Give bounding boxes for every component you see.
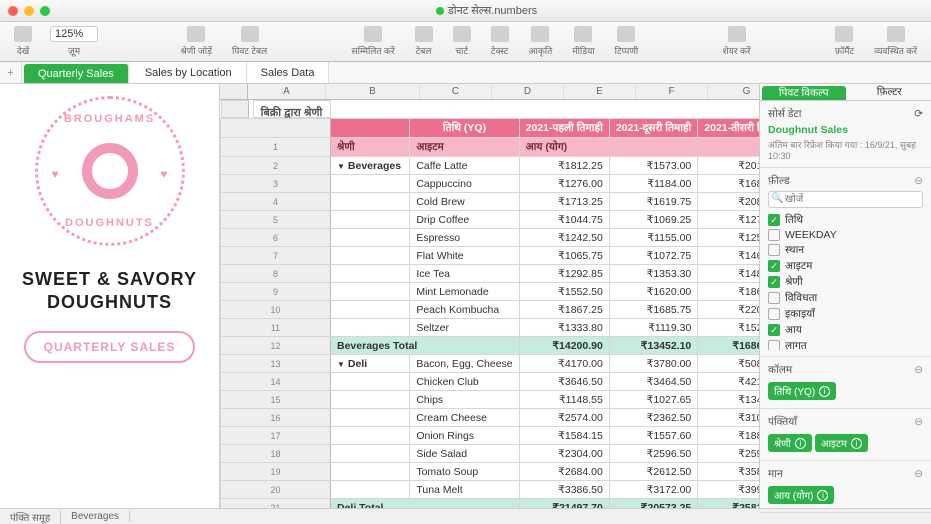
field-checkbox[interactable]: ✓श्रेणी xyxy=(768,274,923,290)
source-data-label: सोर्स डेटा xyxy=(768,107,801,121)
heart-icon: ♥ xyxy=(160,167,167,181)
col-header[interactable]: B xyxy=(326,84,420,99)
organize-button[interactable]: व्यवस्थित करें xyxy=(866,26,925,57)
pivot-table-button[interactable]: पिवट टेबल xyxy=(224,26,275,57)
tagline: SWEET & SAVORYDOUGHNUTS xyxy=(22,268,197,313)
close-icon[interactable] xyxy=(8,6,18,16)
row-pill[interactable]: श्रेणीi xyxy=(768,434,812,452)
fields-search-input[interactable] xyxy=(768,191,923,208)
collapse-icon[interactable]: ⊖ xyxy=(914,416,923,428)
tab-filter[interactable]: फ़िल्टर xyxy=(848,84,931,100)
row-pill[interactable]: आइटमi xyxy=(815,434,868,452)
maximize-icon[interactable] xyxy=(40,6,50,16)
format-button[interactable]: फ़ॉर्मैट xyxy=(827,26,862,57)
brand-pane: BROUGHAMS ♥ ♥ DOUGHNUTS SWEET & SAVORYDO… xyxy=(0,84,220,508)
media-button[interactable]: मीडिया xyxy=(564,26,602,57)
titlebar: डोनट सेल्स.numbers xyxy=(0,0,931,22)
spreadsheet[interactable]: A B C D E F G बिक्री द्वारा श्रेणीतिथि (… xyxy=(220,84,759,508)
field-checkbox[interactable]: ✓आय xyxy=(768,322,923,338)
collapse-icon[interactable]: ⊖ xyxy=(914,175,923,187)
field-checkbox[interactable]: स्थान xyxy=(768,242,923,258)
heart-icon: ♥ xyxy=(52,167,59,181)
value-pill[interactable]: आय (योग)i xyxy=(768,486,834,504)
zoom-control[interactable]: 125%ज़ूम xyxy=(50,26,98,57)
footer-row-groups[interactable]: पंक्ति समूह xyxy=(0,510,61,524)
add-sheet-button[interactable]: + xyxy=(0,62,22,83)
collapse-icon[interactable]: ⊖ xyxy=(914,364,923,376)
shape-button[interactable]: आकृति xyxy=(521,26,561,57)
pivot-table[interactable]: बिक्री द्वारा श्रेणीतिथि (YQ)2021-पहली त… xyxy=(220,100,759,508)
field-checkbox[interactable]: WEEKDAY xyxy=(768,228,923,242)
field-checkbox[interactable]: लागत xyxy=(768,338,923,350)
col-header[interactable]: C xyxy=(420,84,492,99)
toolbar: देखें 125%ज़ूम श्रेणी जोड़ें पिवट टेबल स… xyxy=(0,22,931,62)
logo: BROUGHAMS ♥ ♥ DOUGHNUTS xyxy=(35,96,185,246)
share-button[interactable]: शेयर करें xyxy=(715,26,759,57)
sheet-tabs: + Quarterly Sales Sales by Location Sale… xyxy=(0,62,931,84)
col-header[interactable]: F xyxy=(636,84,708,99)
refresh-timestamp: अंतिम बार रिफ्रेश किया गया : 16/9/21, सु… xyxy=(768,138,923,161)
add-category-button[interactable]: श्रेणी जोड़ें xyxy=(172,26,220,57)
col-header[interactable]: E xyxy=(564,84,636,99)
table-button[interactable]: टेबल xyxy=(407,26,441,57)
col-header[interactable]: D xyxy=(492,84,564,99)
fields-label: फ़ील्ड xyxy=(768,174,790,188)
insert-button[interactable]: सम्मिलित करें xyxy=(343,26,402,57)
minimize-icon[interactable] xyxy=(24,6,34,16)
chart-button[interactable]: चार्ट xyxy=(445,26,479,57)
tab-quarterly-sales[interactable]: Quarterly Sales xyxy=(24,64,129,83)
col-header[interactable]: A xyxy=(248,84,326,99)
tab-pivot-options[interactable]: पिवट विकल्प xyxy=(762,86,846,100)
sidebar: पिवट विकल्प फ़िल्टर सोर्स डेटा ⟳ Doughnut… xyxy=(759,84,931,508)
text-button[interactable]: टेक्स्ट xyxy=(483,26,517,57)
columns-label: कॉलम xyxy=(768,363,792,377)
tab-sales-data[interactable]: Sales Data xyxy=(247,62,330,83)
refresh-icon[interactable]: ⟳ xyxy=(914,108,923,120)
view-button[interactable]: देखें xyxy=(6,26,40,57)
donut-icon xyxy=(82,143,138,199)
tab-sales-by-location[interactable]: Sales by Location xyxy=(131,62,247,83)
quarterly-sales-button[interactable]: QUARTERLY SALES xyxy=(24,331,196,363)
window-title: डोनट सेल्स.numbers xyxy=(50,3,923,18)
field-checkbox[interactable]: इकाइयाँ xyxy=(768,306,923,322)
col-header[interactable]: G xyxy=(708,84,759,99)
comment-button[interactable]: टिप्पणी xyxy=(607,26,647,57)
footer-category[interactable]: Beverages xyxy=(61,511,130,522)
field-checkbox[interactable]: ✓आइटम xyxy=(768,258,923,274)
values-label: मान xyxy=(768,467,783,481)
collapse-icon[interactable]: ⊖ xyxy=(914,468,923,480)
field-checkbox[interactable]: ✓तिथि xyxy=(768,212,923,228)
field-checkbox[interactable]: विविधता xyxy=(768,290,923,306)
rows-label: पंक्तियाँ xyxy=(768,415,797,429)
source-name[interactable]: Doughnut Sales xyxy=(768,124,923,136)
column-pill[interactable]: तिथि (YQ)i xyxy=(768,382,836,400)
